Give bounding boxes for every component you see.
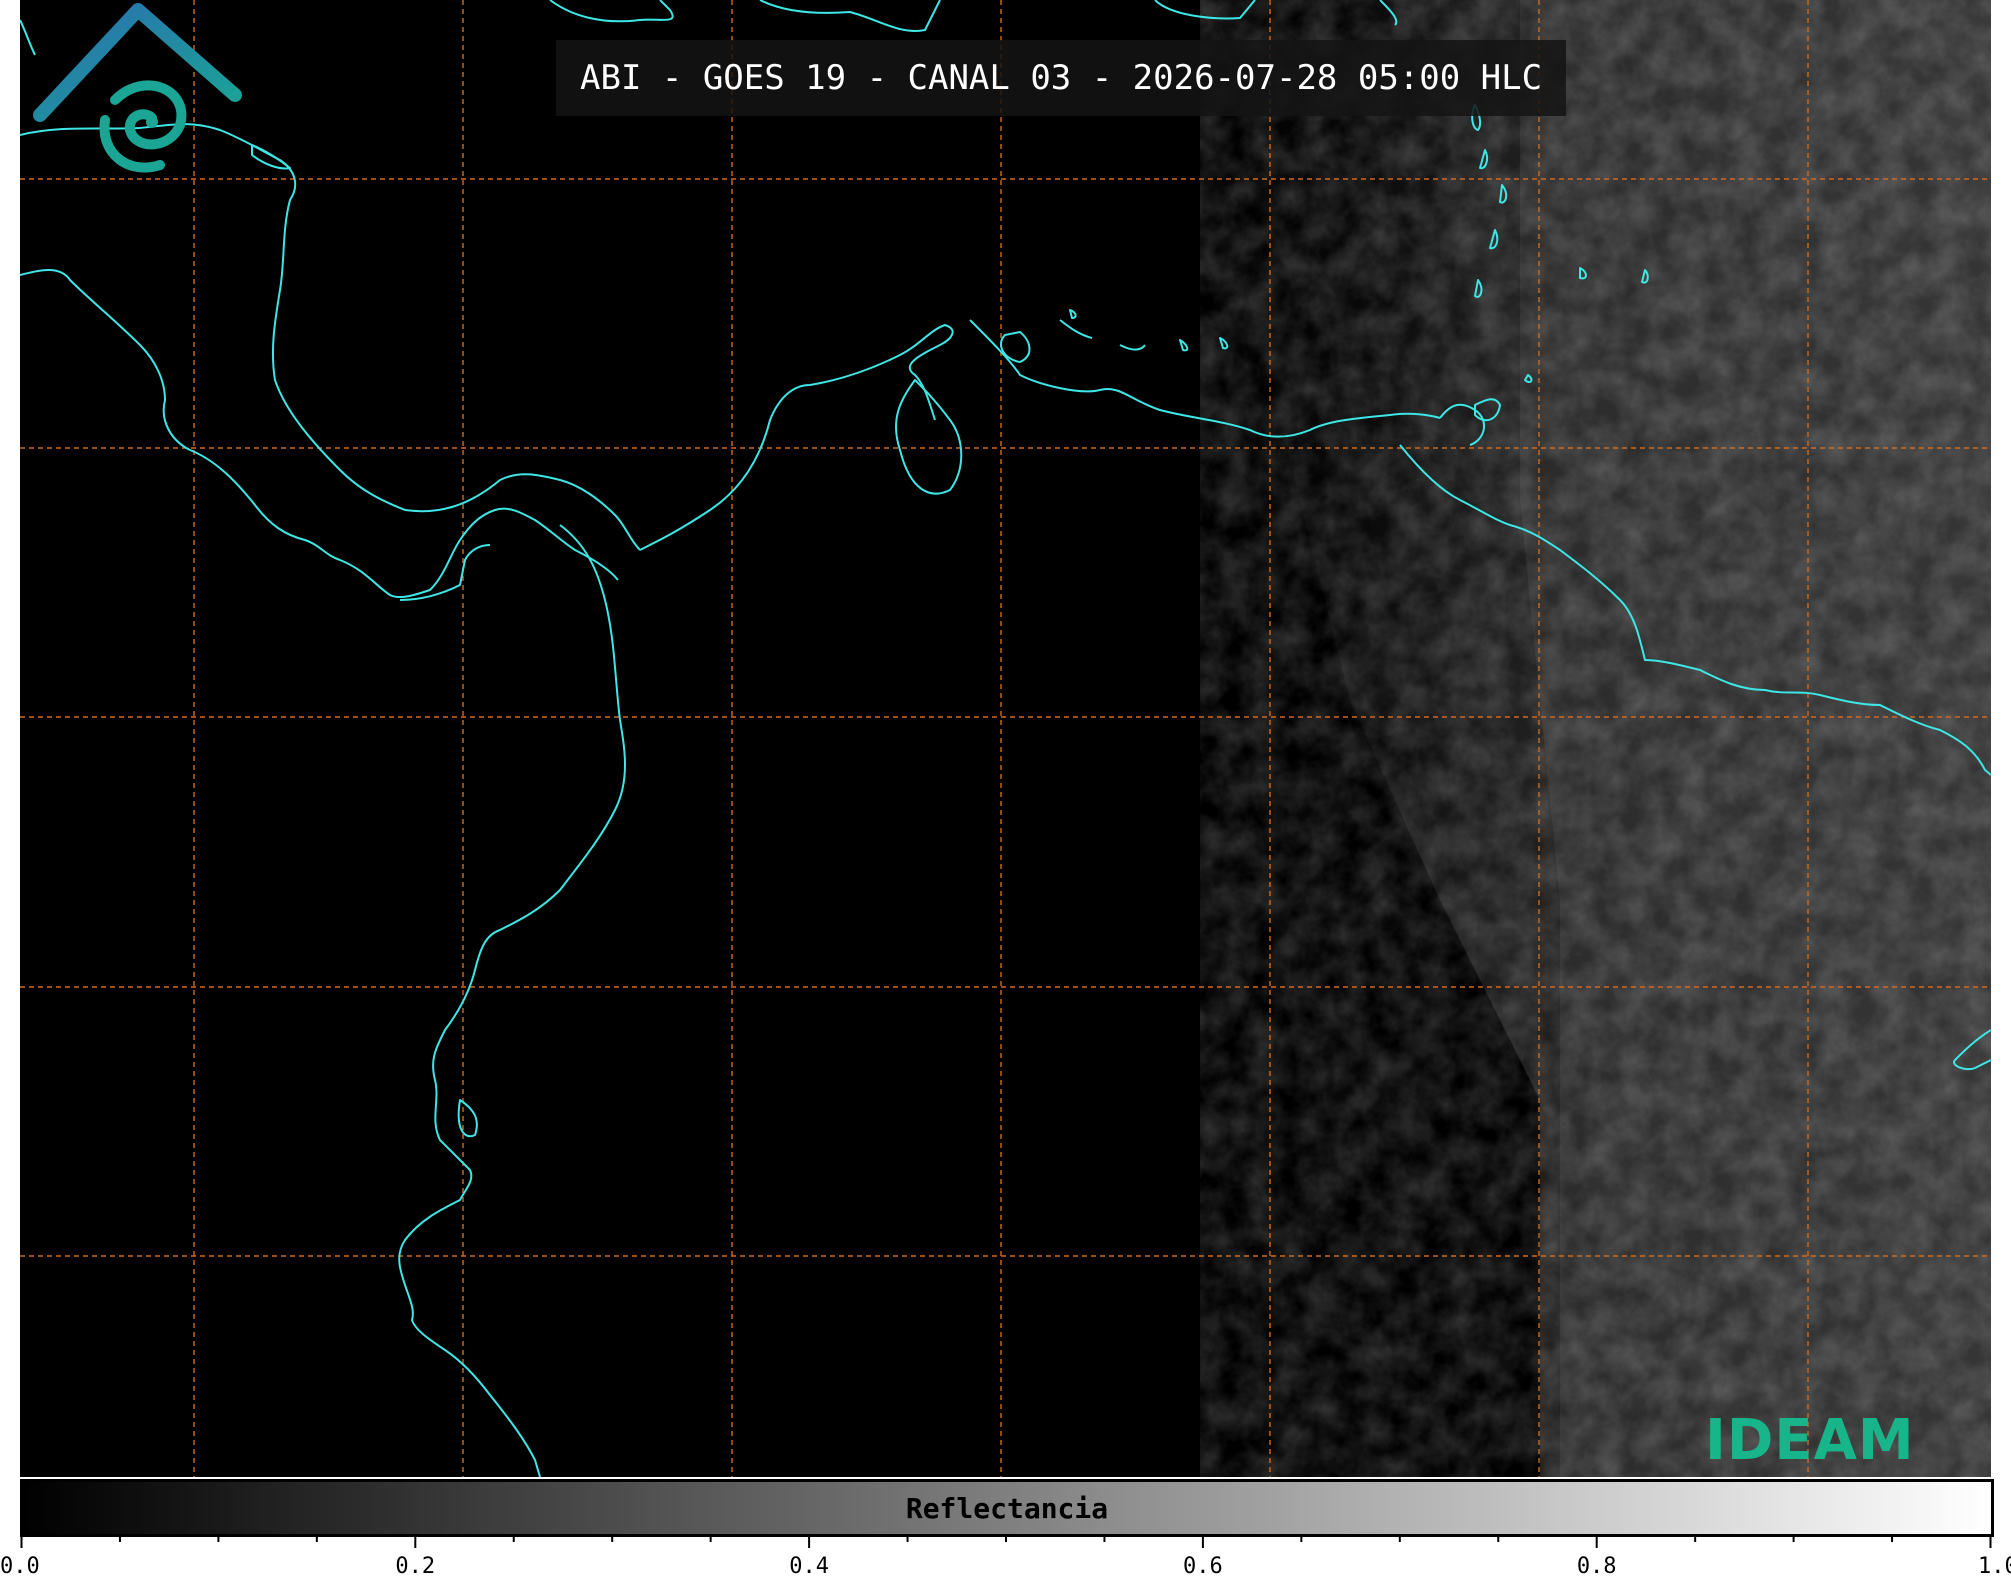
ideam-logo xyxy=(33,3,242,173)
colorbar-tick-label: 0.4 xyxy=(789,1554,829,1577)
satellite-image-page: IDEAM ABI - GOES 19 - CANAL 03 - 2026-07… xyxy=(0,0,2011,1577)
colorbar-ticks: 0.0 0.2 0.4 0.6 0.8 1.0 xyxy=(0,1534,2011,1577)
colorbar-tick-label: 0.2 xyxy=(395,1554,436,1577)
colorbar-tick-label: 0.6 xyxy=(1183,1554,1223,1577)
colorbar-tick-marks xyxy=(20,1534,1992,1548)
map-canvas xyxy=(20,0,1991,1477)
colorbar-label: Reflectancia xyxy=(905,1492,1109,1525)
satellite-map: IDEAM ABI - GOES 19 - CANAL 03 - 2026-07… xyxy=(20,0,1991,1477)
colorbar: Reflectancia xyxy=(20,1479,1994,1537)
map-title: ABI - GOES 19 - CANAL 03 - 2026-07-28 05… xyxy=(556,40,1567,116)
colorbar-tick-label: 0.0 xyxy=(0,1554,40,1577)
colorbar-tick-label: 0.8 xyxy=(1576,1554,1617,1577)
colorbar-tick-label: 1.0 xyxy=(1978,1554,2011,1577)
logo-roof xyxy=(33,3,242,122)
logo-text: IDEAM xyxy=(1705,1408,1915,1473)
logo-spiral xyxy=(99,80,187,173)
